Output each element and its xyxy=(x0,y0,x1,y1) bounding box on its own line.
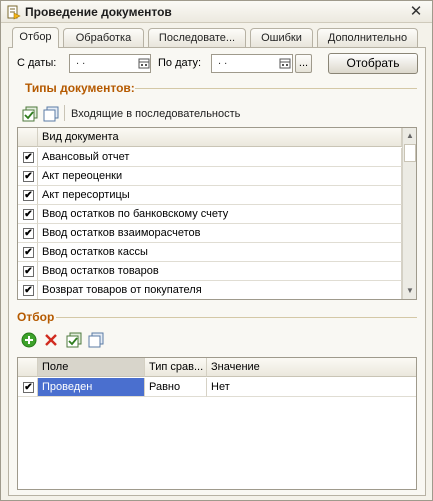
doc-type-column-header[interactable]: Вид документа xyxy=(38,128,402,147)
checkbox-icon[interactable]: ✔ xyxy=(23,209,34,220)
checkbox-icon[interactable]: ✔ xyxy=(23,285,34,296)
table-row[interactable]: ✔ Возврат товаров от покупателя xyxy=(18,281,402,299)
table-row[interactable]: ✔ Ввод остатков взаиморасчетов xyxy=(18,224,402,243)
calendar-icon[interactable] xyxy=(278,55,292,72)
selection-section-title: Отбор xyxy=(17,310,55,324)
field-column-header[interactable]: Поле xyxy=(38,358,145,377)
tab-sequence[interactable]: Последовате... xyxy=(148,28,246,47)
to-date-label: По дату: xyxy=(158,57,202,69)
checkbox-icon[interactable]: ✔ xyxy=(23,382,34,393)
tab-processing[interactable]: Обработка xyxy=(63,28,144,47)
field-cell[interactable]: Проведен xyxy=(38,378,145,397)
tab-additional[interactable]: Дополнительно xyxy=(317,28,418,47)
checkbox-cell[interactable]: ✔ xyxy=(18,378,38,397)
table-row[interactable]: ✔ Акт переоценки xyxy=(18,167,402,186)
include-sequence-button[interactable]: Входящие в последовательность xyxy=(71,108,240,120)
selection-table: Поле Тип срав... Значение ✔ Проведен Рав… xyxy=(17,357,417,490)
doc-type-cell[interactable]: Акт переоценки xyxy=(38,167,402,186)
close-icon[interactable]: ✕ xyxy=(408,4,424,20)
checkbox-icon[interactable]: ✔ xyxy=(23,152,34,163)
value-cell[interactable]: Нет xyxy=(207,378,416,397)
tab-filter[interactable]: Отбор xyxy=(12,27,59,48)
value-column-header[interactable]: Значение xyxy=(207,358,416,377)
from-date-label: С даты: xyxy=(17,57,57,69)
table-row[interactable]: ✔ Ввод остатков товаров xyxy=(18,262,402,281)
checkbox-cell[interactable]: ✔ xyxy=(18,224,38,243)
checkbox-cell[interactable]: ✔ xyxy=(18,167,38,186)
calendar-icon[interactable] xyxy=(137,55,151,72)
title-bar: Проведение документов ✕ xyxy=(1,1,432,23)
check-all-icon[interactable] xyxy=(22,106,38,122)
table-row[interactable]: ✔ Авансовый отчет xyxy=(18,148,402,167)
doc-types-scrollbar[interactable]: ▲ ▼ xyxy=(402,128,416,299)
table-row[interactable]: ✔ Проведен Равно Нет xyxy=(18,378,416,397)
doc-type-cell[interactable]: Авансовый отчет xyxy=(38,148,402,167)
doc-type-cell[interactable]: Возврат товаров от покупателя xyxy=(38,281,402,299)
checkbox-cell[interactable]: ✔ xyxy=(18,281,38,299)
checkbox-icon[interactable]: ✔ xyxy=(23,266,34,277)
table-row[interactable]: ✔ Ввод остатков по банковскому счету xyxy=(18,205,402,224)
toolbar-separator xyxy=(64,105,65,121)
doc-type-cell[interactable]: Ввод остатков товаров xyxy=(38,262,402,281)
section-divider xyxy=(135,88,417,89)
doc-type-cell[interactable]: Акт пересортицы xyxy=(38,186,402,205)
section-divider xyxy=(56,317,417,318)
doc-type-cell[interactable]: Ввод остатков кассы xyxy=(38,243,402,262)
uncheck-all-icon[interactable] xyxy=(88,332,104,348)
checkbox-column-header xyxy=(18,358,38,377)
comparison-column-header[interactable]: Тип срав... xyxy=(145,358,207,377)
from-date-value: . . xyxy=(76,55,86,67)
table-row[interactable]: ✔ Ввод остатков кассы xyxy=(18,243,402,262)
scroll-down-icon[interactable]: ▼ xyxy=(404,284,416,298)
dialog-window: Проведение документов ✕ Отбор Обработка … xyxy=(0,0,433,501)
tab-errors[interactable]: Ошибки xyxy=(250,28,313,47)
checkbox-icon[interactable]: ✔ xyxy=(23,190,34,201)
table-row[interactable]: ✔ Акт пересортицы xyxy=(18,186,402,205)
checkbox-icon[interactable]: ✔ xyxy=(23,247,34,258)
doc-types-table: Вид документа ✔ Авансовый отчет ✔ Акт перео… xyxy=(17,127,417,300)
period-select-button[interactable]: ... xyxy=(295,54,312,73)
check-all-icon[interactable] xyxy=(66,332,82,348)
checkbox-column-header xyxy=(18,128,38,147)
to-date-value: . . xyxy=(218,55,228,67)
window-title: Проведение документов xyxy=(25,5,172,19)
uncheck-all-icon[interactable] xyxy=(43,106,59,122)
select-button[interactable]: Отобрать xyxy=(328,53,418,74)
doc-type-cell[interactable]: Ввод остатков по банковскому счету xyxy=(38,205,402,224)
checkbox-cell[interactable]: ✔ xyxy=(18,262,38,281)
delete-icon[interactable] xyxy=(43,332,59,348)
doc-type-cell[interactable]: Ввод остатков взаиморасчетов xyxy=(38,224,402,243)
scroll-thumb[interactable] xyxy=(404,144,416,162)
checkbox-icon[interactable]: ✔ xyxy=(23,228,34,239)
checkbox-cell[interactable]: ✔ xyxy=(18,186,38,205)
checkbox-icon[interactable]: ✔ xyxy=(23,171,34,182)
checkbox-cell[interactable]: ✔ xyxy=(18,205,38,224)
comparison-cell[interactable]: Равно xyxy=(145,378,207,397)
checkbox-cell[interactable]: ✔ xyxy=(18,243,38,262)
doc-types-section-title: Типы документов: xyxy=(25,81,135,95)
scroll-up-icon[interactable]: ▲ xyxy=(404,129,416,143)
checkbox-cell[interactable]: ✔ xyxy=(18,148,38,167)
document-post-icon xyxy=(7,5,21,20)
add-icon[interactable] xyxy=(21,332,37,348)
